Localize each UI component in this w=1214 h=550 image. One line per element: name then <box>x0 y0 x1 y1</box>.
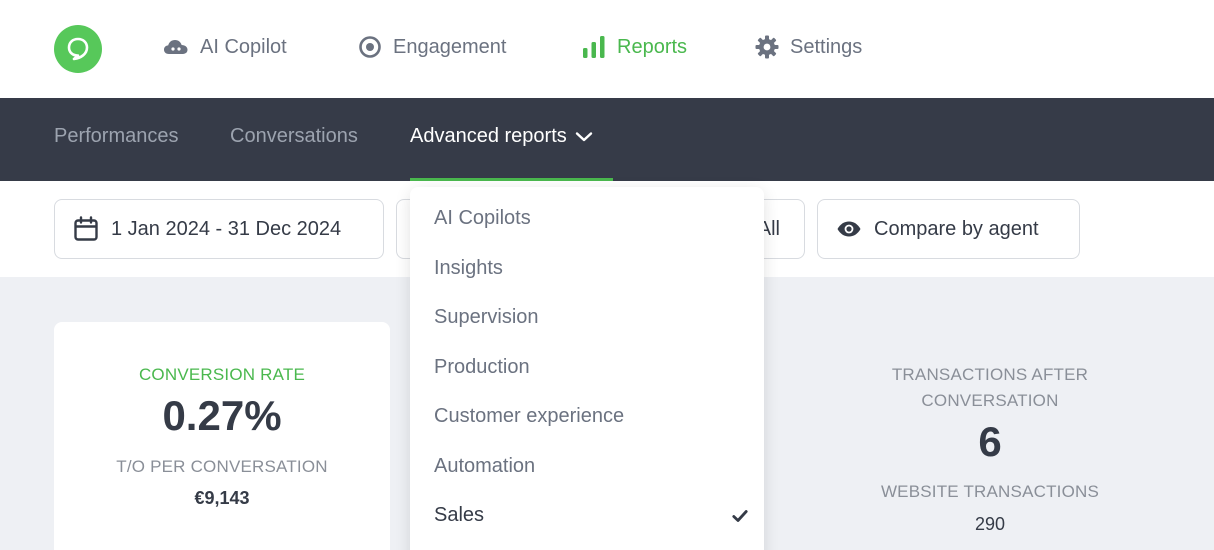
menu-item-label: Insights <box>434 257 503 279</box>
bar-chart-icon <box>582 35 606 59</box>
menu-item-label: Sales <box>434 504 485 526</box>
advanced-reports-dropdown: AI Copilots Insights Supervision Product… <box>410 187 764 550</box>
nav-ai-copilot[interactable]: AI Copilot <box>163 33 287 61</box>
tab-conversations-label: Conversations <box>230 125 358 147</box>
nav-ai-copilot-label: AI Copilot <box>200 35 287 58</box>
conversion-rate-value: 0.27% <box>162 392 282 439</box>
menu-item-supervision[interactable]: Supervision <box>434 306 744 329</box>
cloud-icon <box>163 37 189 57</box>
menu-item-ai-copilots[interactable]: AI Copilots <box>434 207 744 230</box>
website-transactions-label: WEBSITE TRANSACTIONS <box>880 482 1100 501</box>
compare-by-agent-button[interactable]: Compare by agent <box>817 199 1080 259</box>
nav-reports[interactable]: Reports <box>582 33 687 61</box>
menu-item-automation[interactable]: Automation <box>434 455 744 478</box>
menu-item-customer-experience[interactable]: Customer experience <box>434 405 744 428</box>
chevron-down-icon <box>575 131 593 143</box>
transactions-label-line1: TRANSACTIONS AFTER <box>891 365 1089 384</box>
to-per-conversation-value: €9,143 <box>194 488 250 508</box>
tab-advanced-reports[interactable]: Advanced reports <box>410 125 593 148</box>
top-bar: AI Copilot Engagement Reports Settings <box>0 0 1214 98</box>
menu-item-production[interactable]: Production <box>434 356 744 379</box>
nav-settings[interactable]: Settings <box>755 33 862 61</box>
date-range-picker[interactable]: 1 Jan 2024 - 31 Dec 2024 <box>54 199 384 259</box>
menu-item-label: Production <box>434 356 530 378</box>
transactions-label-line2: CONVERSATION <box>921 391 1059 410</box>
date-range-value: 1 Jan 2024 - 31 Dec 2024 <box>111 217 342 240</box>
menu-item-label: Customer experience <box>434 405 625 427</box>
tab-performances-label: Performances <box>54 125 179 147</box>
transactions-value: 6 <box>978 418 1002 465</box>
chat-bubble-icon <box>67 37 89 61</box>
transactions-card: TRANSACTIONS AFTER CONVERSATION 6 WEBSIT… <box>822 322 1158 550</box>
compare-by-agent-label: Compare by agent <box>874 217 1039 240</box>
menu-item-sales[interactable]: Sales <box>434 504 748 527</box>
tab-performances[interactable]: Performances <box>54 125 179 148</box>
nav-reports-label: Reports <box>617 35 688 58</box>
target-icon <box>358 35 382 59</box>
calendar-icon <box>73 216 99 242</box>
checkmark-icon <box>732 509 748 523</box>
eye-icon <box>836 220 862 238</box>
website-transactions-value: 290 <box>974 514 1006 534</box>
nav-engagement[interactable]: Engagement <box>358 33 506 61</box>
tab-conversations[interactable]: Conversations <box>230 125 358 148</box>
menu-item-label: Supervision <box>434 306 539 328</box>
to-per-conversation-label: T/O PER CONVERSATION <box>116 457 328 476</box>
nav-engagement-label: Engagement <box>393 35 507 58</box>
menu-item-label: Automation <box>434 455 536 477</box>
gear-icon <box>755 35 779 59</box>
app-logo[interactable] <box>54 25 102 73</box>
tab-advanced-reports-label: Advanced reports <box>410 125 567 147</box>
conversion-rate-label: CONVERSION RATE <box>138 365 306 384</box>
conversion-rate-card: CONVERSION RATE 0.27% T/O PER CONVERSATI… <box>54 322 390 550</box>
menu-item-insights[interactable]: Insights <box>434 257 744 280</box>
sub-nav: Performances Conversations Advanced repo… <box>0 98 1214 181</box>
nav-settings-label: Settings <box>790 35 863 58</box>
menu-item-label: AI Copilots <box>434 207 531 229</box>
